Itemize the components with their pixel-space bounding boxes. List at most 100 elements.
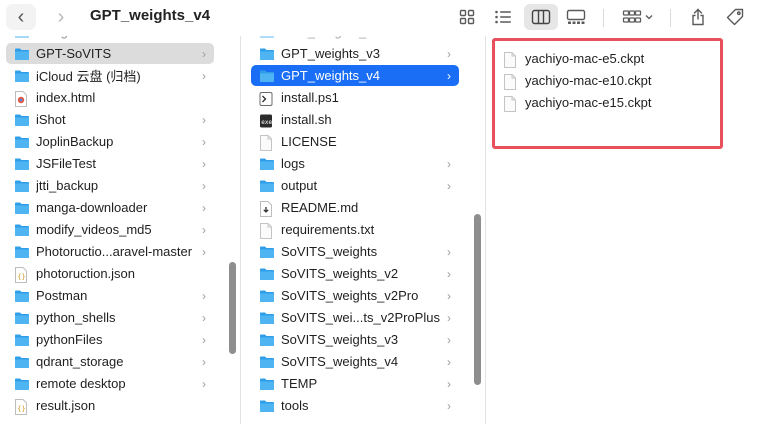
tag-button[interactable] xyxy=(723,4,747,30)
chevron-right-icon: › xyxy=(202,68,206,83)
chevron-right-icon: › xyxy=(202,178,206,193)
file-row[interactable]: requirements.txt xyxy=(251,219,459,240)
column-view-button[interactable] xyxy=(524,4,558,30)
folder-row[interactable]: Photoructio...aravel-master › xyxy=(6,241,214,262)
document-icon xyxy=(259,134,275,151)
folder-row[interactable]: SoVITS_weights_v4 › xyxy=(251,351,459,372)
item-label: SoVITS_weights xyxy=(281,244,378,259)
icon-view-button[interactable] xyxy=(455,4,479,30)
document-icon xyxy=(259,222,275,239)
item-label: output xyxy=(281,178,318,193)
item-label: modify_videos_md5 xyxy=(36,222,152,237)
folder-icon xyxy=(259,289,275,303)
column-view-icon xyxy=(531,9,551,25)
file-row[interactable]: index.html xyxy=(6,87,214,108)
folder-row[interactable]: SoVITS_weights › xyxy=(251,241,459,262)
folder-row[interactable]: Postman › xyxy=(6,285,214,306)
item-label: Photoructio...aravel-master xyxy=(36,244,193,259)
forward-button[interactable]: › xyxy=(46,4,76,30)
file-row[interactable]: {} result.json xyxy=(6,395,214,416)
toolbar: ‹ › GPT_weights_v4 xyxy=(0,0,771,36)
file-row[interactable]: README.md xyxy=(251,197,459,218)
folder-icon xyxy=(259,245,275,259)
item-label: Postman xyxy=(36,288,88,303)
chevron-right-icon: › xyxy=(202,332,206,347)
folder-icon xyxy=(259,311,275,325)
file-row[interactable]: exec install.sh xyxy=(251,109,459,130)
folder-row[interactable]: SoVITS_weights_v3 › xyxy=(251,329,459,350)
folder-row[interactable]: jtti_backup › xyxy=(6,175,214,196)
file-row[interactable]: install.ps1 xyxy=(251,87,459,108)
item-label: SoVITS_weights_v3 xyxy=(281,332,399,347)
folder-icon xyxy=(14,245,30,259)
folder-icon xyxy=(14,47,30,61)
chevron-right-icon: › xyxy=(202,112,206,127)
folder-row[interactable]: python_shells › xyxy=(6,307,214,328)
folder-row[interactable]: modify_videos_md5 › xyxy=(6,219,214,240)
chevron-right-icon: › xyxy=(202,288,206,303)
item-label: SoVITS_weights_v2 xyxy=(281,266,399,281)
list-view-button[interactable] xyxy=(491,4,515,30)
highlight-annotation xyxy=(492,38,723,149)
chevron-right-icon: › xyxy=(202,244,206,259)
folder-row[interactable]: GPT_weights_v4 › xyxy=(251,65,459,86)
folder-icon xyxy=(259,377,275,391)
folder-row[interactable]: output › xyxy=(251,175,459,196)
folder-row[interactable]: SoVITS_wei...ts_v2ProPlus › xyxy=(251,307,459,328)
folder-icon xyxy=(14,311,30,325)
item-label: iShot xyxy=(36,112,66,127)
item-label: SoVITS_weights_v4 xyxy=(281,354,399,369)
folder-icon xyxy=(259,69,275,83)
item-label: requirements.txt xyxy=(281,222,375,237)
chevron-right-icon: › xyxy=(202,310,206,325)
file-row[interactable]: {} photoruction.json xyxy=(6,263,214,284)
chevron-right-icon: › xyxy=(447,310,451,325)
item-label: JSFileTest xyxy=(36,156,96,171)
chevron-right-icon: › xyxy=(202,222,206,237)
folder-row[interactable]: SoVITS_weights_v2 › xyxy=(251,263,459,284)
folder-row[interactable]: iShot › xyxy=(6,109,214,130)
item-label: python_shells xyxy=(36,310,116,325)
column-divider[interactable] xyxy=(240,0,241,424)
toolbar-separator xyxy=(670,9,671,27)
item-label: photoruction.json xyxy=(36,266,136,281)
folder-row[interactable]: qdrant_storage › xyxy=(6,351,214,372)
group-button[interactable] xyxy=(617,4,657,30)
gallery-view-button[interactable] xyxy=(563,4,589,30)
folder-row[interactable]: GPT_weights_v3 › xyxy=(251,43,459,64)
column-2: GPT_weights_v2ProGPT_weights_v2ProPlusGP… xyxy=(249,0,463,424)
folder-row[interactable]: logs › xyxy=(251,153,459,174)
folder-row[interactable]: iCloud 云盘 (归档) › xyxy=(6,65,214,86)
folder-icon xyxy=(14,201,30,215)
chevron-right-icon: › xyxy=(202,46,206,61)
share-button[interactable] xyxy=(686,4,710,30)
chevron-right-icon: › xyxy=(202,354,206,369)
folder-row[interactable]: remote desktop › xyxy=(6,373,214,394)
json-file-icon: {} xyxy=(14,266,30,283)
folder-row[interactable]: tools › xyxy=(251,395,459,416)
toolbar-separator xyxy=(603,9,604,27)
item-label: qdrant_storage xyxy=(36,354,124,369)
folder-row[interactable]: GPT-SoVITS › xyxy=(6,43,214,64)
column-divider[interactable] xyxy=(485,0,486,424)
chevron-right-icon: › xyxy=(202,376,206,391)
folder-row[interactable]: pythonFiles › xyxy=(6,329,214,350)
item-label: install.ps1 xyxy=(281,90,339,105)
item-label: TEMP xyxy=(281,376,318,391)
folder-icon xyxy=(14,289,30,303)
folder-row[interactable]: manga-downloader › xyxy=(6,197,214,218)
item-label: install.sh xyxy=(281,112,332,127)
file-row[interactable]: LICENSE xyxy=(251,131,459,152)
folder-row[interactable]: TEMP › xyxy=(251,373,459,394)
chevron-right-icon: › xyxy=(447,68,451,83)
folder-row[interactable]: JoplinBackup › xyxy=(6,131,214,152)
back-button[interactable]: ‹ xyxy=(6,4,36,30)
folder-row[interactable]: JSFileTest › xyxy=(6,153,214,174)
chevron-right-icon: › xyxy=(447,46,451,61)
column-2-scrollbar[interactable] xyxy=(474,214,481,385)
item-label: tools xyxy=(281,398,309,413)
column-1-scrollbar[interactable] xyxy=(229,262,236,354)
folder-row[interactable]: SoVITS_weights_v2Pro › xyxy=(251,285,459,306)
item-label: README.md xyxy=(281,200,359,215)
chevron-right-icon: › xyxy=(447,244,451,259)
